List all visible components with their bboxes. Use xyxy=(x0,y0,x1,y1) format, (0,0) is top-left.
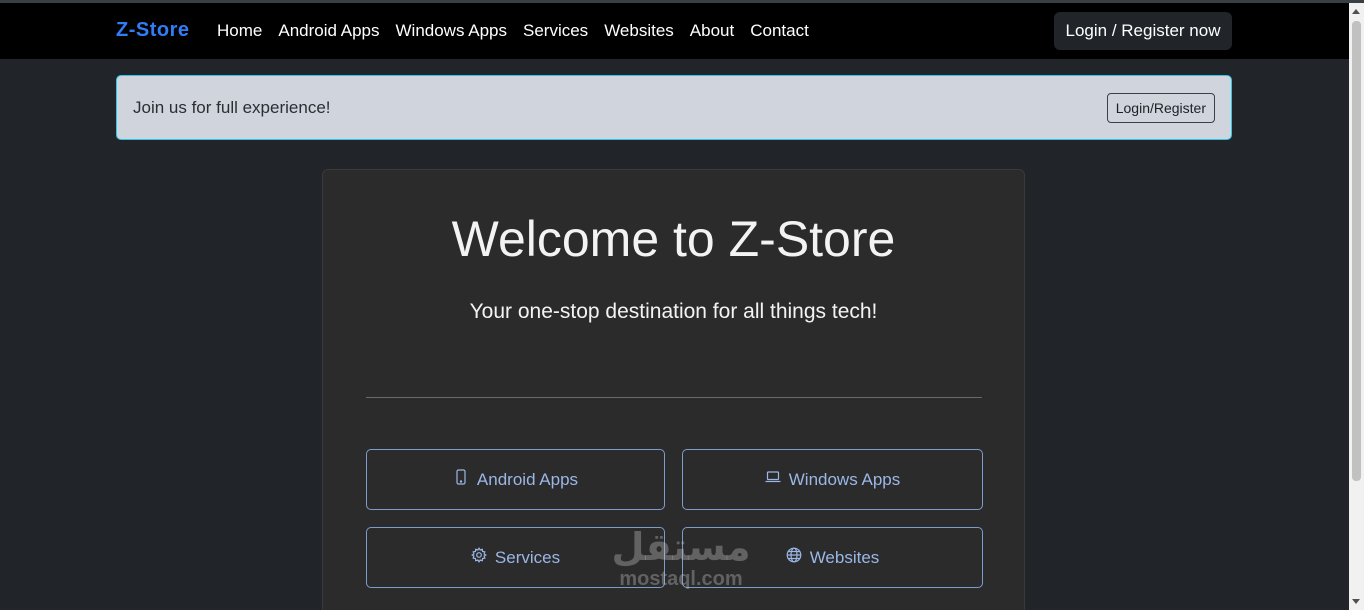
android-apps-label: Android Apps xyxy=(476,469,579,489)
globe-icon xyxy=(786,547,802,568)
join-alert: Join us for full experience! Login/Regis… xyxy=(116,75,1232,140)
services-label: Services xyxy=(494,547,561,567)
windows-apps-label: Windows Apps xyxy=(788,469,901,489)
login-register-button[interactable]: Login / Register now xyxy=(1054,12,1232,50)
nav-link-home[interactable]: Home xyxy=(217,21,262,41)
nav-links: Home Android Apps Windows Apps Services … xyxy=(217,21,809,41)
page-title: Welcome to Z-Store xyxy=(451,211,896,267)
services-button[interactable]: Services xyxy=(366,527,665,588)
laptop-icon xyxy=(765,469,781,490)
windows-apps-button[interactable]: Windows Apps xyxy=(682,449,983,510)
gear-icon xyxy=(470,547,487,568)
nav-link-about[interactable]: About xyxy=(690,21,734,41)
scroll-up-arrow-icon[interactable] xyxy=(1352,9,1360,14)
nav-link-android-apps[interactable]: Android Apps xyxy=(278,21,379,41)
phone-icon xyxy=(453,469,469,490)
brand-logo[interactable]: Z-Store xyxy=(116,19,190,42)
divider xyxy=(366,397,982,398)
navbar: Z-Store Home Android Apps Windows Apps S… xyxy=(0,3,1349,59)
websites-label: Websites xyxy=(809,547,880,567)
nav-link-contact[interactable]: Contact xyxy=(750,21,809,41)
nav-link-websites[interactable]: Websites xyxy=(604,21,674,41)
scroll-thumb[interactable] xyxy=(1352,21,1361,481)
nav-link-services[interactable]: Services xyxy=(523,21,588,41)
nav-link-windows-apps[interactable]: Windows Apps xyxy=(396,21,508,41)
scroll-down-arrow-icon[interactable] xyxy=(1352,599,1360,604)
android-apps-button[interactable]: Android Apps xyxy=(366,449,665,510)
welcome-card: Welcome to Z-Store Your one-stop destina… xyxy=(322,169,1025,610)
alert-text: Join us for full experience! xyxy=(133,98,331,117)
page-subtitle: Your one-stop destination for all things… xyxy=(469,300,878,323)
alert-login-button[interactable]: Login/Register xyxy=(1106,93,1215,123)
vertical-scrollbar[interactable] xyxy=(1349,3,1364,610)
websites-button[interactable]: Websites xyxy=(682,527,983,588)
